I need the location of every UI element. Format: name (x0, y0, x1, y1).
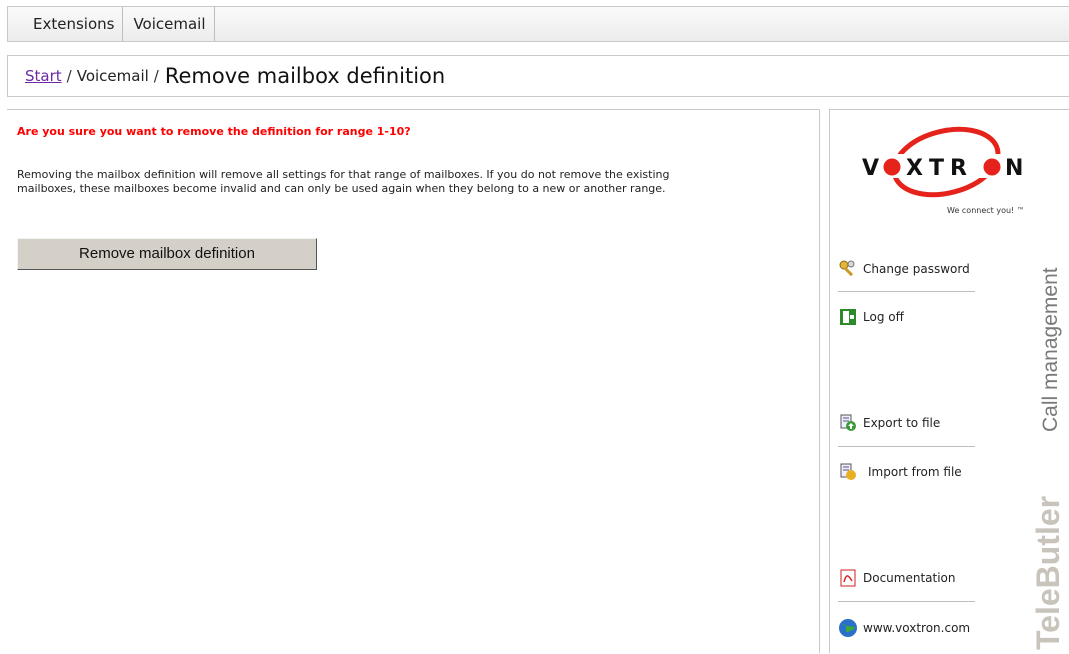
sidebar-divider (838, 601, 975, 602)
logo-tagline: We connect you! ™ (947, 206, 1025, 215)
change-password-label: Change password (863, 262, 970, 276)
remove-mailbox-definition-button[interactable]: Remove mailbox definition (17, 238, 317, 270)
documentation-label: Documentation (863, 571, 956, 585)
documentation-link[interactable]: Documentation (838, 568, 956, 588)
sidebar-divider (838, 446, 975, 447)
log-off-label: Log off (863, 310, 904, 324)
import-from-file-link[interactable]: Import from file (838, 462, 962, 482)
voxtron-website-link[interactable]: www.voxtron.com (838, 618, 970, 638)
tab-voicemail[interactable]: Voicemail (123, 7, 215, 41)
page-title: Remove mailbox definition (164, 64, 446, 88)
svg-text:N: N (1005, 156, 1023, 181)
voxtron-logo[interactable]: V XTR N We connect you! ™ (840, 120, 1030, 238)
breadcrumb: Start / Voicemail / Remove mailbox defin… (7, 55, 1069, 97)
call-management-text: Call management (1039, 267, 1062, 432)
import-icon (838, 462, 858, 482)
export-to-file-label: Export to file (863, 416, 941, 430)
export-icon (838, 413, 858, 433)
exit-door-icon (838, 307, 858, 327)
log-off-link[interactable]: Log off (838, 307, 904, 327)
pdf-icon (838, 568, 858, 588)
removal-description: Removing the mailbox definition will rem… (17, 168, 670, 195)
confirmation-warning: Are you sure you want to remove the defi… (17, 125, 411, 138)
import-from-file-label: Import from file (868, 465, 962, 479)
breadcrumb-section: Voicemail (76, 67, 149, 85)
key-icon (838, 259, 858, 279)
telebutler-brand-text: TeleButler (1030, 496, 1066, 650)
svg-text:XTR: XTR (906, 156, 973, 181)
breadcrumb-separator: / (66, 67, 72, 85)
right-sidebar: V XTR N We connect you! ™ Change passwor… (829, 109, 1069, 653)
top-tab-bar: Extensions Voicemail (7, 6, 1069, 42)
breadcrumb-start-link[interactable]: Start (25, 67, 62, 85)
tab-extensions[interactable]: Extensions (8, 7, 124, 41)
globe-icon (838, 618, 858, 638)
voxtron-website-label: www.voxtron.com (863, 621, 971, 635)
svg-text:V: V (862, 156, 879, 181)
export-to-file-link[interactable]: Export to file (838, 413, 940, 433)
breadcrumb-separator: / (153, 67, 159, 85)
telebutler-vertical-brand: TeleButler Call management (1030, 267, 1066, 650)
main-panel: Are you sure you want to remove the defi… (7, 109, 820, 653)
change-password-link[interactable]: Change password (838, 259, 970, 279)
sidebar-divider (838, 291, 975, 292)
